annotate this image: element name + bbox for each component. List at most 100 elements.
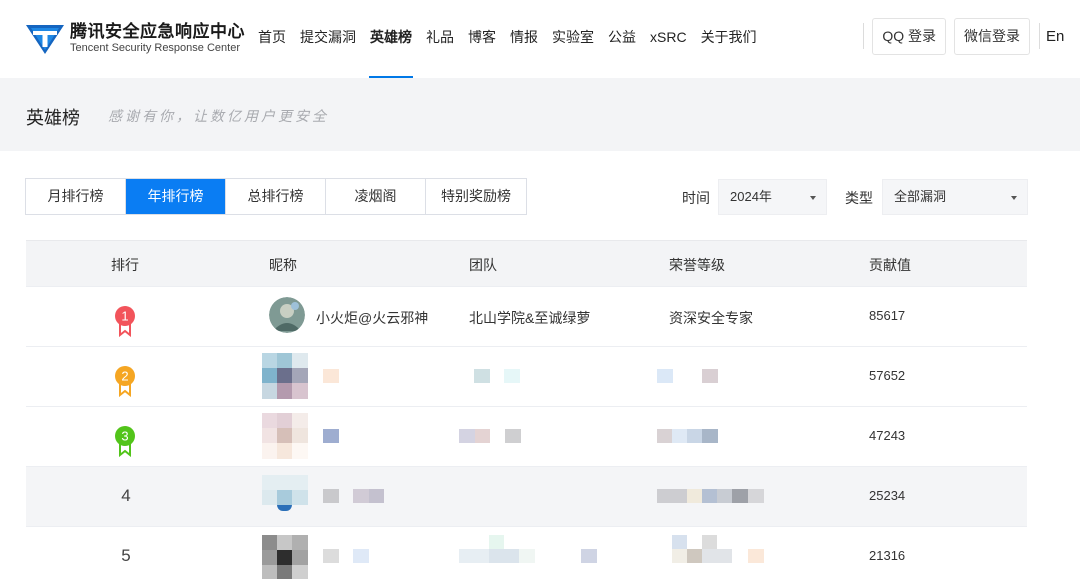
blurred-level [657,369,673,383]
ranking-table: 排行 昵称 团队 荣誉等级 贡献值 1 小火炬@火云邪神 北山学院&至诚绿萝 资… [26,240,1027,586]
blurred-level [672,549,687,563]
table-row[interactable]: 4 25234 [26,466,1027,526]
nav-submit-vuln[interactable]: 提交漏洞 [300,0,356,78]
blurred-level [702,535,717,549]
type-select[interactable]: 全部漏洞 [882,179,1028,215]
blurred-level [748,489,764,503]
blurred-team [474,369,490,383]
time-filter-label: 时间 [682,190,710,206]
medal-rank-text: 2 [121,369,128,384]
tab-monthly[interactable]: 月排行榜 [26,179,126,214]
blurred-level [657,429,672,443]
nav-charity[interactable]: 公益 [608,0,636,78]
blurred-nickname [323,489,339,503]
blurred-team [489,535,504,549]
blurred-nickname [323,549,339,563]
column-header-score: 贡献值 [869,257,911,273]
blurred-level [702,429,718,443]
type-filter-label: 类型 [845,190,873,206]
wechat-login-button[interactable]: 微信登录 [954,17,1030,55]
table-row[interactable]: 1 小火炬@火云邪神 北山学院&至诚绿萝 资深安全专家 85617 [26,286,1027,346]
nav-hall-of-fame[interactable]: 英雄榜 [369,0,413,78]
blurred-level [732,489,748,503]
blurred-nickname [323,369,339,383]
blurred-nickname [369,489,384,503]
blurred-level [702,489,717,503]
bronze-medal-icon: 3 [115,426,135,457]
blurred-nickname [353,489,369,503]
column-header-team: 团队 [469,257,497,273]
table-row[interactable]: 3 47243 [26,406,1027,466]
tsrc-logo-icon [26,24,64,54]
top-header: 腾讯安全应急响应中心 Tencent Security Response Cen… [0,0,1080,78]
tab-yearly[interactable]: 年排行榜 [126,179,226,214]
ranking-tabs: 月排行榜 年排行榜 总排行榜 凌烟阁 特别奖励榜 [25,178,527,215]
language-switch[interactable]: En [1046,28,1080,45]
contribution-score: 25234 [869,488,906,503]
medal-rank-text: 1 [121,309,128,324]
blurred-level [672,535,687,549]
rank-number: 5 [121,546,131,565]
tsrc-logo[interactable]: 腾讯安全应急响应中心 Tencent Security Response Cen… [26,22,245,55]
blurred-team [581,549,597,563]
page-title: 英雄榜 [26,108,80,128]
contribution-score: 21316 [869,548,906,563]
blurred-nickname [353,549,369,563]
logo-subtitle: Tencent Security Response Center [70,42,240,54]
blurred-team [505,429,521,443]
chevron-down-icon [1011,196,1017,200]
nickname[interactable]: 小火炬@火云邪神 [316,308,428,328]
blurred-team [459,549,489,563]
nav-home[interactable]: 首页 [258,0,286,78]
time-select[interactable]: 2024年 [718,179,827,215]
blurred-level [702,549,732,563]
nav-xsrc[interactable]: xSRC [650,0,687,78]
blurred-avatar [262,535,308,579]
divider [863,23,865,49]
silver-medal-icon: 2 [115,366,135,397]
main-nav: 首页 提交漏洞 英雄榜 礼品 博客 情报 实验室 公益 xSRC 关于我们 [258,0,771,78]
medal-rank-text: 3 [121,429,128,444]
page-banner: 英雄榜 感谢有你，让数亿用户更安全 [0,78,1080,151]
chevron-down-icon [810,196,816,200]
blurred-team [504,369,520,383]
blurred-avatar [262,353,308,399]
blurred-level [748,549,764,563]
blurred-level [702,369,718,383]
nav-gifts[interactable]: 礼品 [426,0,454,78]
column-header-level: 荣誉等级 [669,257,725,273]
nav-lab[interactable]: 实验室 [552,0,594,78]
blurred-level [687,429,702,443]
column-header-rank: 排行 [111,257,139,273]
blurred-level [687,549,702,563]
contribution-score: 47243 [869,428,906,443]
tab-special-award[interactable]: 特别奖励榜 [426,179,526,214]
blurred-team [459,429,475,443]
contribution-score: 57652 [869,368,906,383]
table-header: 排行 昵称 团队 荣誉等级 贡献值 [26,240,1027,286]
blurred-team [519,549,535,563]
logo-title: 腾讯安全应急响应中心 [70,22,245,41]
header-actions: QQ 登录 微信登录 En [863,17,1080,55]
nav-about[interactable]: 关于我们 [701,0,757,78]
blurred-avatar [262,413,308,459]
time-select-value: 2024年 [730,189,772,204]
contribution-score: 85617 [869,308,906,323]
nav-intel[interactable]: 情报 [510,0,538,78]
column-header-nickname: 昵称 [269,257,297,273]
rank-number: 4 [121,486,131,505]
blurred-team [489,549,519,563]
divider [1039,23,1040,49]
blurred-nickname [323,429,339,443]
blurred-level [657,489,687,503]
table-row[interactable]: 5 21316 [26,526,1027,586]
team-name: 北山学院&至诚绿萝 [469,310,591,326]
blurred-level [672,429,687,443]
tab-all-time[interactable]: 总排行榜 [226,179,326,214]
nav-blog[interactable]: 博客 [468,0,496,78]
qq-login-button[interactable]: QQ 登录 [872,17,946,55]
tab-lingyan-pavilion[interactable]: 凌烟阁 [326,179,426,214]
table-row[interactable]: 2 57652 [26,346,1027,406]
blurred-team [475,429,490,443]
avatar[interactable] [269,297,305,333]
